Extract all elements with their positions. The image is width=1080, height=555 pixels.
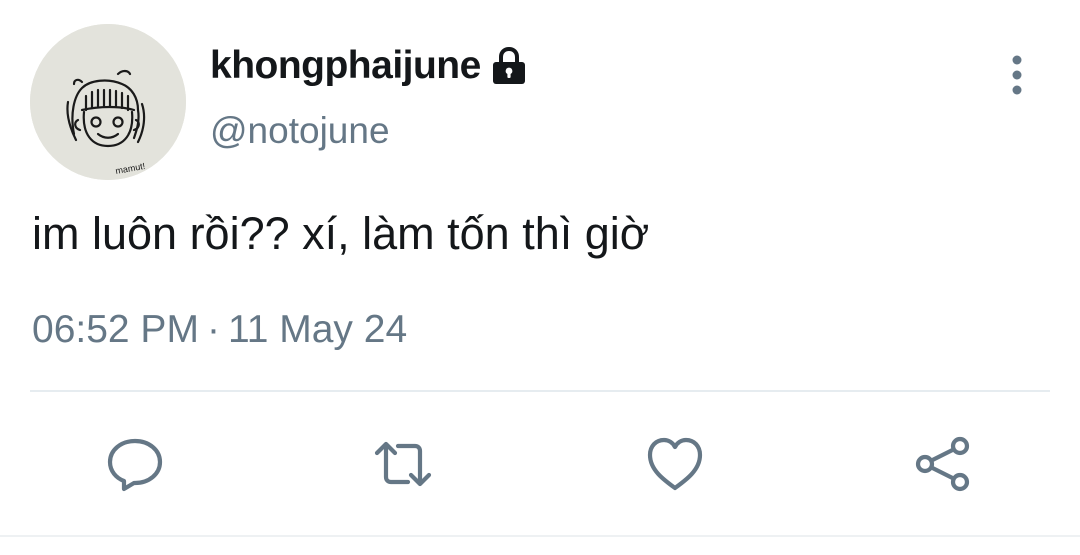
avatar[interactable]: mamut! [30, 24, 186, 180]
display-name[interactable]: khongphaijune [210, 44, 481, 88]
tweet-time: 06:52 PM [32, 308, 199, 351]
lock-icon [489, 44, 529, 88]
tweet-card: mamut! khongphaijune @notojune im luôn r… [0, 0, 1080, 555]
avatar-doodle: mamut! [30, 24, 186, 180]
more-vertical-icon[interactable] [1000, 52, 1034, 98]
share-button[interactable] [912, 433, 974, 495]
bottom-divider [0, 535, 1080, 537]
handle[interactable]: @notojune [210, 110, 390, 152]
retweet-icon [374, 441, 432, 487]
like-button[interactable] [644, 433, 706, 495]
reply-icon [107, 438, 163, 492]
divider [30, 390, 1050, 392]
retweet-button[interactable] [372, 433, 434, 495]
meta-separator: · [206, 308, 220, 351]
display-name-row: khongphaijune [210, 40, 529, 92]
reply-button[interactable] [104, 433, 166, 495]
tweet-meta: 06:52 PM · 11 May 24 [32, 308, 407, 352]
tweet-text: im luôn rồi?? xí, làm tốn thì giờ [32, 208, 650, 259]
tweet-date: 11 May 24 [227, 308, 408, 351]
share-icon [915, 436, 970, 492]
heart-icon [647, 437, 703, 491]
